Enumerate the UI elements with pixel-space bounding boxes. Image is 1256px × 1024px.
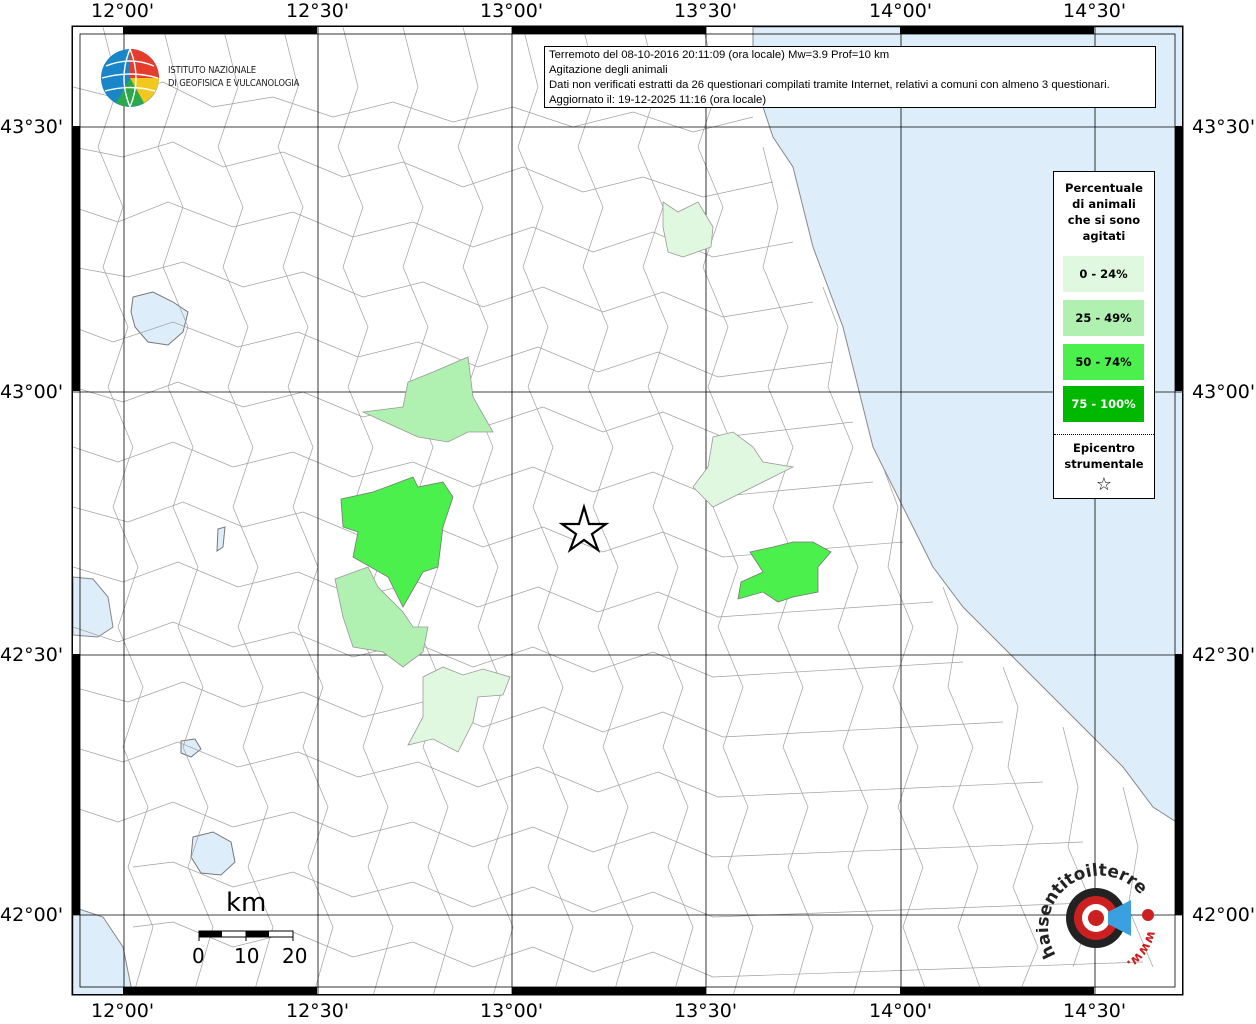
scale-unit: km: [226, 888, 267, 918]
lon-label-bottom-4: 13°30': [674, 1000, 738, 1022]
scale-tick-20: 20: [282, 944, 308, 968]
legend-title: Percentuale di animali che si sono agita…: [1054, 180, 1154, 244]
scale-tick-10: 10: [234, 944, 260, 968]
legend-title-line-3: che si sono: [1067, 213, 1141, 227]
lon-label-top-3: 13°00': [480, 0, 544, 22]
ingv-logo-line-1: ISTITUTO NAZIONALE: [168, 65, 257, 76]
svg-text:www.: www.: [1124, 929, 1159, 971]
lat-label-right-4: 42°00': [1192, 904, 1256, 926]
haisentito-badge[interactable]: haisentitoilterremoto www.: [1036, 860, 1166, 980]
legend-star-icon: ☆: [1095, 474, 1113, 495]
legend-class-0-24: 0 - 24%: [1063, 256, 1144, 292]
lon-label-bottom-2: 12°30': [286, 1000, 350, 1022]
ingv-logo-text: ISTITUTO NAZIONALE DI GEOFISICA E VULCAN…: [168, 64, 299, 90]
legend-title-line-4: agitati: [1082, 229, 1126, 243]
lat-label-right-1: 43°30': [1192, 116, 1256, 138]
lon-label-top-4: 13°30': [674, 0, 738, 22]
ingv-globe-icon: [101, 48, 159, 108]
lon-label-top-2: 12°30': [286, 0, 350, 22]
lat-label-left-2: 43°00': [0, 381, 64, 403]
lat-label-left-3: 42°30': [0, 644, 64, 666]
legend-epicentre: Epicentro strumentale ☆: [1054, 440, 1154, 498]
legend-title-line-1: Percentuale: [1065, 181, 1143, 195]
lon-label-top-6: 14°30': [1063, 0, 1127, 22]
lon-label-top-1: 12°00': [91, 0, 155, 22]
lat-label-left-1: 43°30': [0, 116, 64, 138]
legend-class-25-49: 25 - 49%: [1063, 300, 1144, 336]
lat-label-left-4: 42°00': [0, 904, 64, 926]
event-info-line-1: Terremoto del 08-10-2016 20:11:09 (ora l…: [549, 49, 890, 61]
legend-title-line-2: di animali: [1072, 197, 1136, 211]
legend-class-75-100: 75 - 100%: [1063, 386, 1144, 422]
ingv-logo: ISTITUTO NAZIONALE DI GEOFISICA E VULCAN…: [100, 48, 330, 108]
lon-label-bottom-1: 12°00': [91, 1000, 155, 1022]
event-info-line-2: Agitazione degli animali: [549, 64, 668, 76]
event-info-box: Terremoto del 08-10-2016 20:11:09 (ora l…: [544, 46, 1156, 108]
scale-tick-0: 0: [192, 944, 205, 968]
lon-label-top-5: 14°00': [869, 0, 933, 22]
event-info-line-3: Dati non verificati estratti da 26 quest…: [549, 79, 1110, 91]
lat-label-right-2: 43°00': [1192, 381, 1256, 403]
event-info-line-4: Aggiornato il: 19-12-2025 11:16 (ora loc…: [549, 94, 767, 106]
legend: Percentuale di animali che si sono agita…: [1053, 171, 1155, 499]
legend-epicentre-line-2: strumentale: [1064, 457, 1144, 471]
lon-label-bottom-3: 13°00': [480, 1000, 544, 1022]
legend-epicentre-line-1: Epicentro: [1073, 441, 1135, 455]
legend-separator: [1054, 434, 1154, 435]
lon-label-bottom-5: 14°00': [869, 1000, 933, 1022]
lon-label-bottom-6: 14°30': [1063, 1000, 1127, 1022]
legend-class-50-74: 50 - 74%: [1063, 344, 1144, 380]
lat-label-right-3: 42°30': [1192, 644, 1256, 666]
scale-bar: [198, 930, 294, 941]
ingv-logo-line-2: DI GEOFISICA E VULCANOLOGIA: [168, 78, 300, 89]
badge-www-text: www.: [1124, 929, 1159, 971]
